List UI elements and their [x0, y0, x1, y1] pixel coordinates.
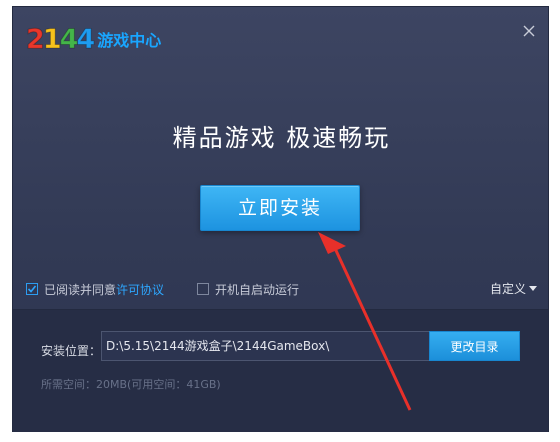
autostart-option: 开机自启动运行	[197, 281, 299, 297]
caret-down-icon	[529, 286, 538, 291]
logo-mark: 2 1 4 4	[26, 23, 96, 55]
change-directory-button[interactable]: 更改目录	[429, 331, 520, 361]
custom-label: 自定义	[490, 282, 527, 296]
disk-space-info: 所需空间：20MB(可用空间：41GB)	[41, 378, 221, 391]
installer-window: 2 1 4 4 游戏中心 精品游戏 极速畅玩 立即安装 已阅读并同意 许可协议 …	[12, 6, 549, 432]
close-icon	[523, 25, 535, 37]
close-button[interactable]	[519, 21, 539, 41]
autostart-checkbox[interactable]	[197, 283, 209, 295]
logo-digit: 4	[76, 23, 96, 55]
license-link[interactable]: 许可协议	[116, 281, 164, 298]
logo-digit: 4	[59, 23, 79, 55]
autostart-label: 开机自启动运行	[215, 282, 300, 297]
install-now-button[interactable]: 立即安装	[200, 185, 360, 231]
logo-text: 游戏中心	[97, 31, 162, 50]
install-path-input[interactable]: D:\5.15\2144游戏盒子\2144GameBox\	[101, 331, 431, 361]
agree-license-option: 已阅读并同意 许可协议	[26, 281, 164, 297]
install-location-panel: 安装位置： D:\5.15\2144游戏盒子\2144GameBox\ 更改目录…	[13, 309, 548, 432]
app-logo: 2 1 4 4 游戏中心	[26, 23, 162, 55]
install-path-label: 安装位置：	[41, 344, 102, 358]
custom-dropdown[interactable]: 自定义	[490, 280, 538, 297]
slogan-text: 精品游戏 极速畅玩	[172, 124, 391, 152]
logo-digit: 1	[42, 23, 62, 55]
check-icon	[27, 285, 37, 293]
agree-label: 已阅读并同意	[44, 282, 117, 297]
logo-digit: 2	[26, 23, 46, 55]
agree-checkbox[interactable]	[26, 283, 38, 295]
